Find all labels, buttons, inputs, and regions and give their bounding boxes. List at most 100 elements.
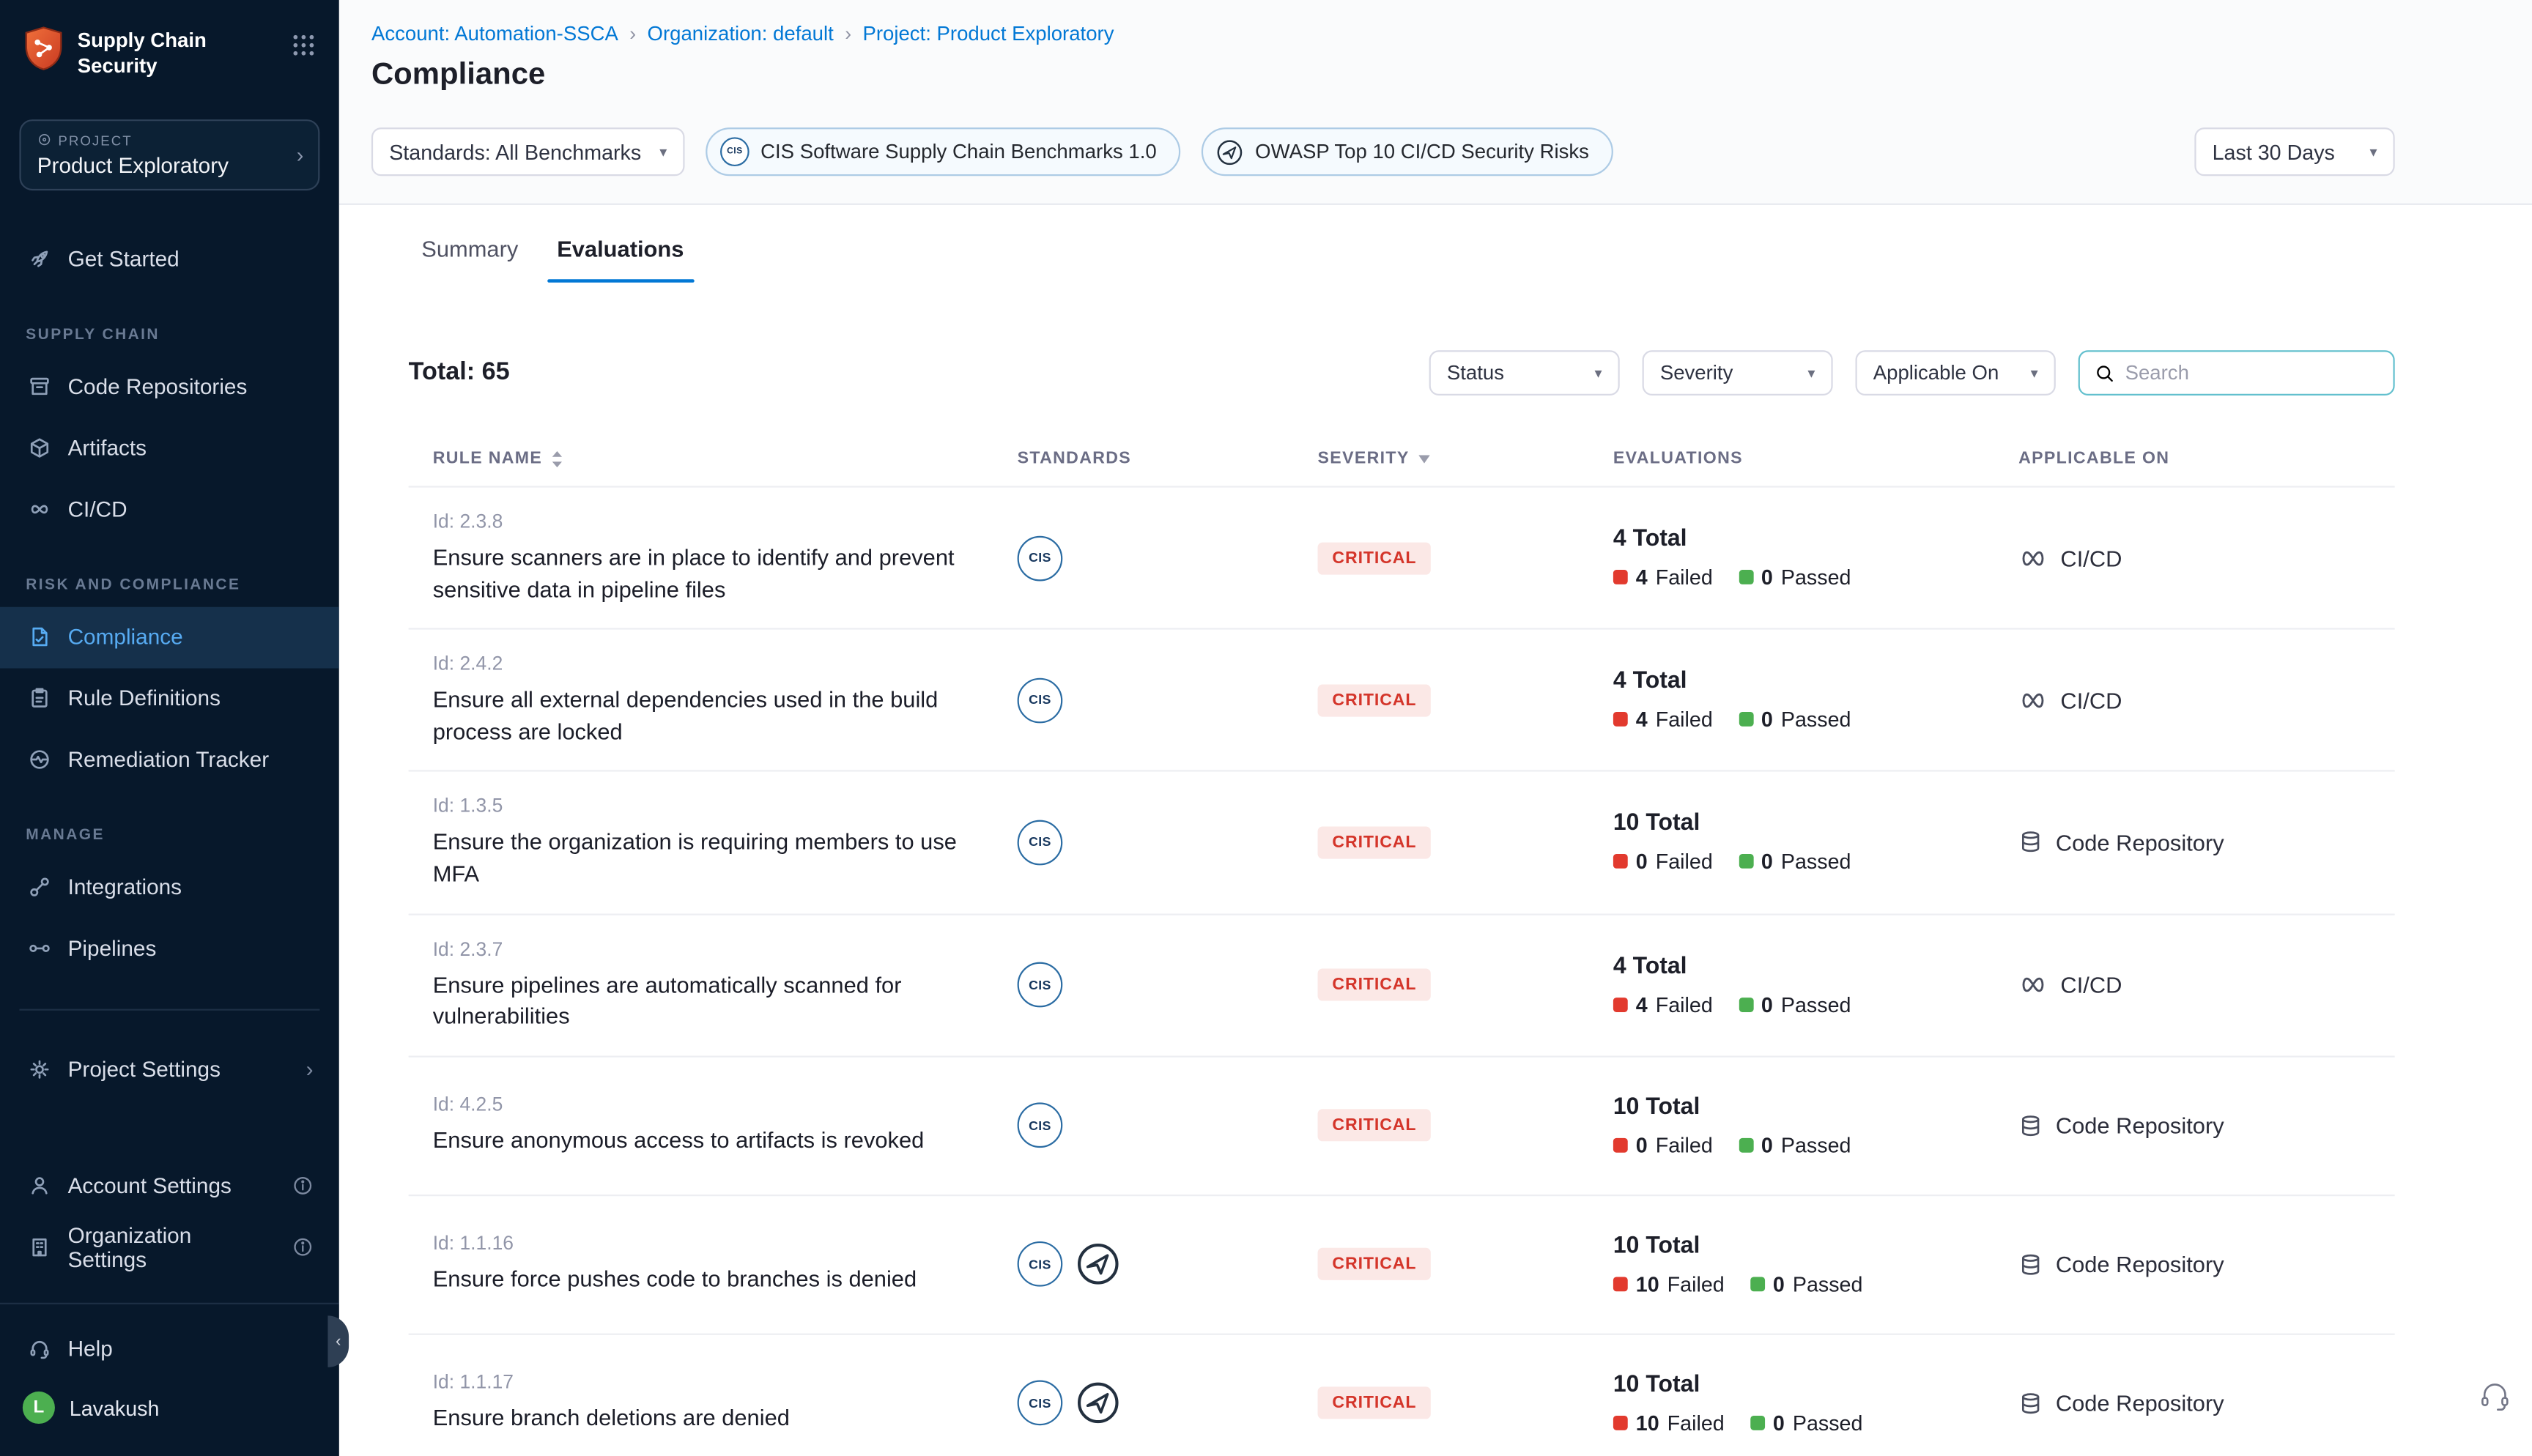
applicable-on-cell: CI/CD [1994,972,2395,998]
main-content: Account: Automation-SSCA › Organization:… [339,0,2532,1456]
sidebar-item-cicd[interactable]: CI/CD [0,479,339,541]
organization-icon [26,1234,51,1260]
evaluations-total: 4 Total [1613,669,1994,694]
info-circle-icon[interactable] [292,1236,314,1258]
evaluations-panel: Total: 65 Status ▾ Severity ▾ Applicable… [339,350,2532,1456]
sidebar-item-label: Rule Definitions [68,686,221,710]
severity-filter-value: Severity [1660,362,1733,385]
evaluations-breakdown: 4Failed 0Passed [1613,707,1994,732]
owasp-chip[interactable]: OWASP Top 10 CI/CD Security Risks [1202,127,1613,176]
passed-indicator [1739,570,1753,584]
chevron-right-icon: › [306,1058,314,1082]
sidebar-item-rule-definitions[interactable]: Rule Definitions [0,667,339,729]
chevron-down-icon: ▾ [2031,364,2038,382]
sidebar-divider [19,1008,319,1009]
user-menu[interactable]: L Lavakush [0,1378,339,1436]
sidebar-item-get-started[interactable]: Get Started [0,229,339,290]
table-toolbar: Total: 65 Status ▾ Severity ▾ Applicable… [409,350,2395,395]
breadcrumb-separator: › [845,23,851,45]
sidebar-item-pipelines[interactable]: Pipelines [0,918,339,979]
column-standards: STANDARDS [993,449,1294,468]
evaluations-breakdown: 0Failed 0Passed [1613,850,1994,874]
evaluations-total: 4 Total [1613,954,1994,979]
support-headset-icon[interactable] [2477,1378,2512,1414]
table-row[interactable]: Id: 4.2.5 Ensure anonymous access to art… [409,1055,2395,1195]
project-selector[interactable]: PROJECT Product Exploratory › [19,119,319,190]
owasp-icon [1216,138,1243,165]
applicable-on-cell: CI/CD [1994,545,2395,571]
applicable-on-filter-dropdown[interactable]: Applicable On ▾ [1856,350,2056,395]
rule-name[interactable]: Ensure the organization is requiring mem… [433,827,969,890]
rule-name[interactable]: Ensure scanners are in place to identify… [433,543,969,606]
sidebar-item-remediation-tracker[interactable]: Remediation Tracker [0,729,339,790]
rule-name[interactable]: Ensure pipelines are automatically scann… [433,970,969,1033]
severity-badge: CRITICAL [1318,969,1432,1001]
rule-name[interactable]: Ensure all external dependencies used in… [433,685,969,748]
column-severity[interactable]: SEVERITY [1293,449,1588,468]
table-row[interactable]: Id: 1.1.17 Ensure branch deletions are d… [409,1333,2395,1456]
artifacts-icon [26,435,51,461]
passed-indicator [1739,713,1753,727]
sidebar-item-project-settings[interactable]: Project Settings › [0,1039,339,1100]
rules-table: Id: 2.3.8 Ensure scanners are in place t… [409,486,2395,1456]
column-rule-name[interactable]: RULE NAME [409,449,993,468]
evaluations-breakdown: 10Failed 0Passed [1613,1411,1994,1435]
evaluations-total: 10 Total [1613,1094,1994,1120]
chevron-down-icon: ▾ [1807,364,1815,382]
severity-badge: CRITICAL [1318,826,1432,858]
applicable-on-cell: CI/CD [1994,687,2395,713]
sidebar-item-compliance[interactable]: Compliance [0,606,339,668]
severity-badge: CRITICAL [1318,1110,1432,1142]
search-icon [2095,363,2116,384]
standards-dropdown[interactable]: Standards: All Benchmarks ▾ [371,127,685,176]
severity-badge: CRITICAL [1318,684,1432,716]
table-row[interactable]: Id: 2.4.2 Ensure all external dependenci… [409,628,2395,770]
chip-label: OWASP Top 10 CI/CD Security Risks [1255,141,1589,163]
rule-name[interactable]: Ensure anonymous access to artifacts is … [433,1126,969,1157]
table-row[interactable]: Id: 2.3.7 Ensure pipelines are automatic… [409,913,2395,1055]
breadcrumb-org-link[interactable]: Organization: default [648,23,834,45]
evaluations-total: 4 Total [1613,527,1994,552]
sidebar-item-organization-settings[interactable]: Organization Settings [0,1217,339,1278]
severity-filter-dropdown[interactable]: Severity ▾ [1643,350,1833,395]
sidebar-item-label: Compliance [68,625,183,649]
status-filter-dropdown[interactable]: Status ▾ [1429,350,1620,395]
tab-summary[interactable]: Summary [421,236,518,283]
cicd-infinity-icon [2018,973,2048,996]
avatar: L [23,1392,55,1424]
chevron-down-icon: ▾ [2369,143,2377,160]
breadcrumb-project-link[interactable]: Project: Product Exploratory [862,23,1114,45]
table-row[interactable]: Id: 1.3.5 Ensure the organization is req… [409,770,2395,913]
cis-standard-icon: CIS [1018,1103,1063,1148]
brand-logo-shield-icon[interactable] [23,26,64,71]
table-row[interactable]: Id: 1.1.16 Ensure force pushes code to b… [409,1194,2395,1333]
rule-name[interactable]: Ensure force pushes code to branches is … [433,1265,969,1296]
app-switcher-grid-icon[interactable] [291,32,316,58]
date-range-dropdown[interactable]: Last 30 Days ▾ [2194,127,2394,176]
sidebar-item-label: Get Started [68,247,179,271]
search-input[interactable] [2125,362,2379,385]
info-circle-icon[interactable] [292,1175,314,1197]
table-row[interactable]: Id: 2.3.8 Ensure scanners are in place t… [409,486,2395,628]
tab-evaluations[interactable]: Evaluations [557,236,684,283]
sidebar: Supply Chain Security PROJECT Product Ex… [0,0,339,1456]
sidebar-item-account-settings[interactable]: Account Settings [0,1155,339,1217]
sidebar-item-integrations[interactable]: Integrations [0,856,339,918]
brand: Supply Chain Security [0,0,339,93]
breadcrumb-account-link[interactable]: Account: Automation-SSCA [371,23,618,45]
sidebar-item-label: Integrations [68,875,182,899]
cis-benchmark-chip[interactable]: CIS CIS Software Supply Chain Benchmarks… [706,127,1181,176]
code-repositories-icon [26,374,51,399]
status-filter-value: Status [1447,362,1504,385]
sidebar-item-label: Account Settings [68,1173,232,1197]
integrations-icon [26,874,51,900]
sidebar-item-help[interactable]: Help [0,1318,339,1379]
page-header: Account: Automation-SSCA › Organization:… [339,0,2532,205]
sidebar-item-artifacts[interactable]: Artifacts [0,417,339,479]
column-applicable-on: APPLICABLE ON [1994,449,2395,468]
rule-name[interactable]: Ensure branch deletions are denied [433,1403,969,1435]
sidebar-item-code-repositories[interactable]: Code Repositories [0,356,339,417]
failed-indicator [1613,997,1628,1011]
evaluations-breakdown: 0Failed 0Passed [1613,1133,1994,1157]
rocket-icon [26,246,51,272]
